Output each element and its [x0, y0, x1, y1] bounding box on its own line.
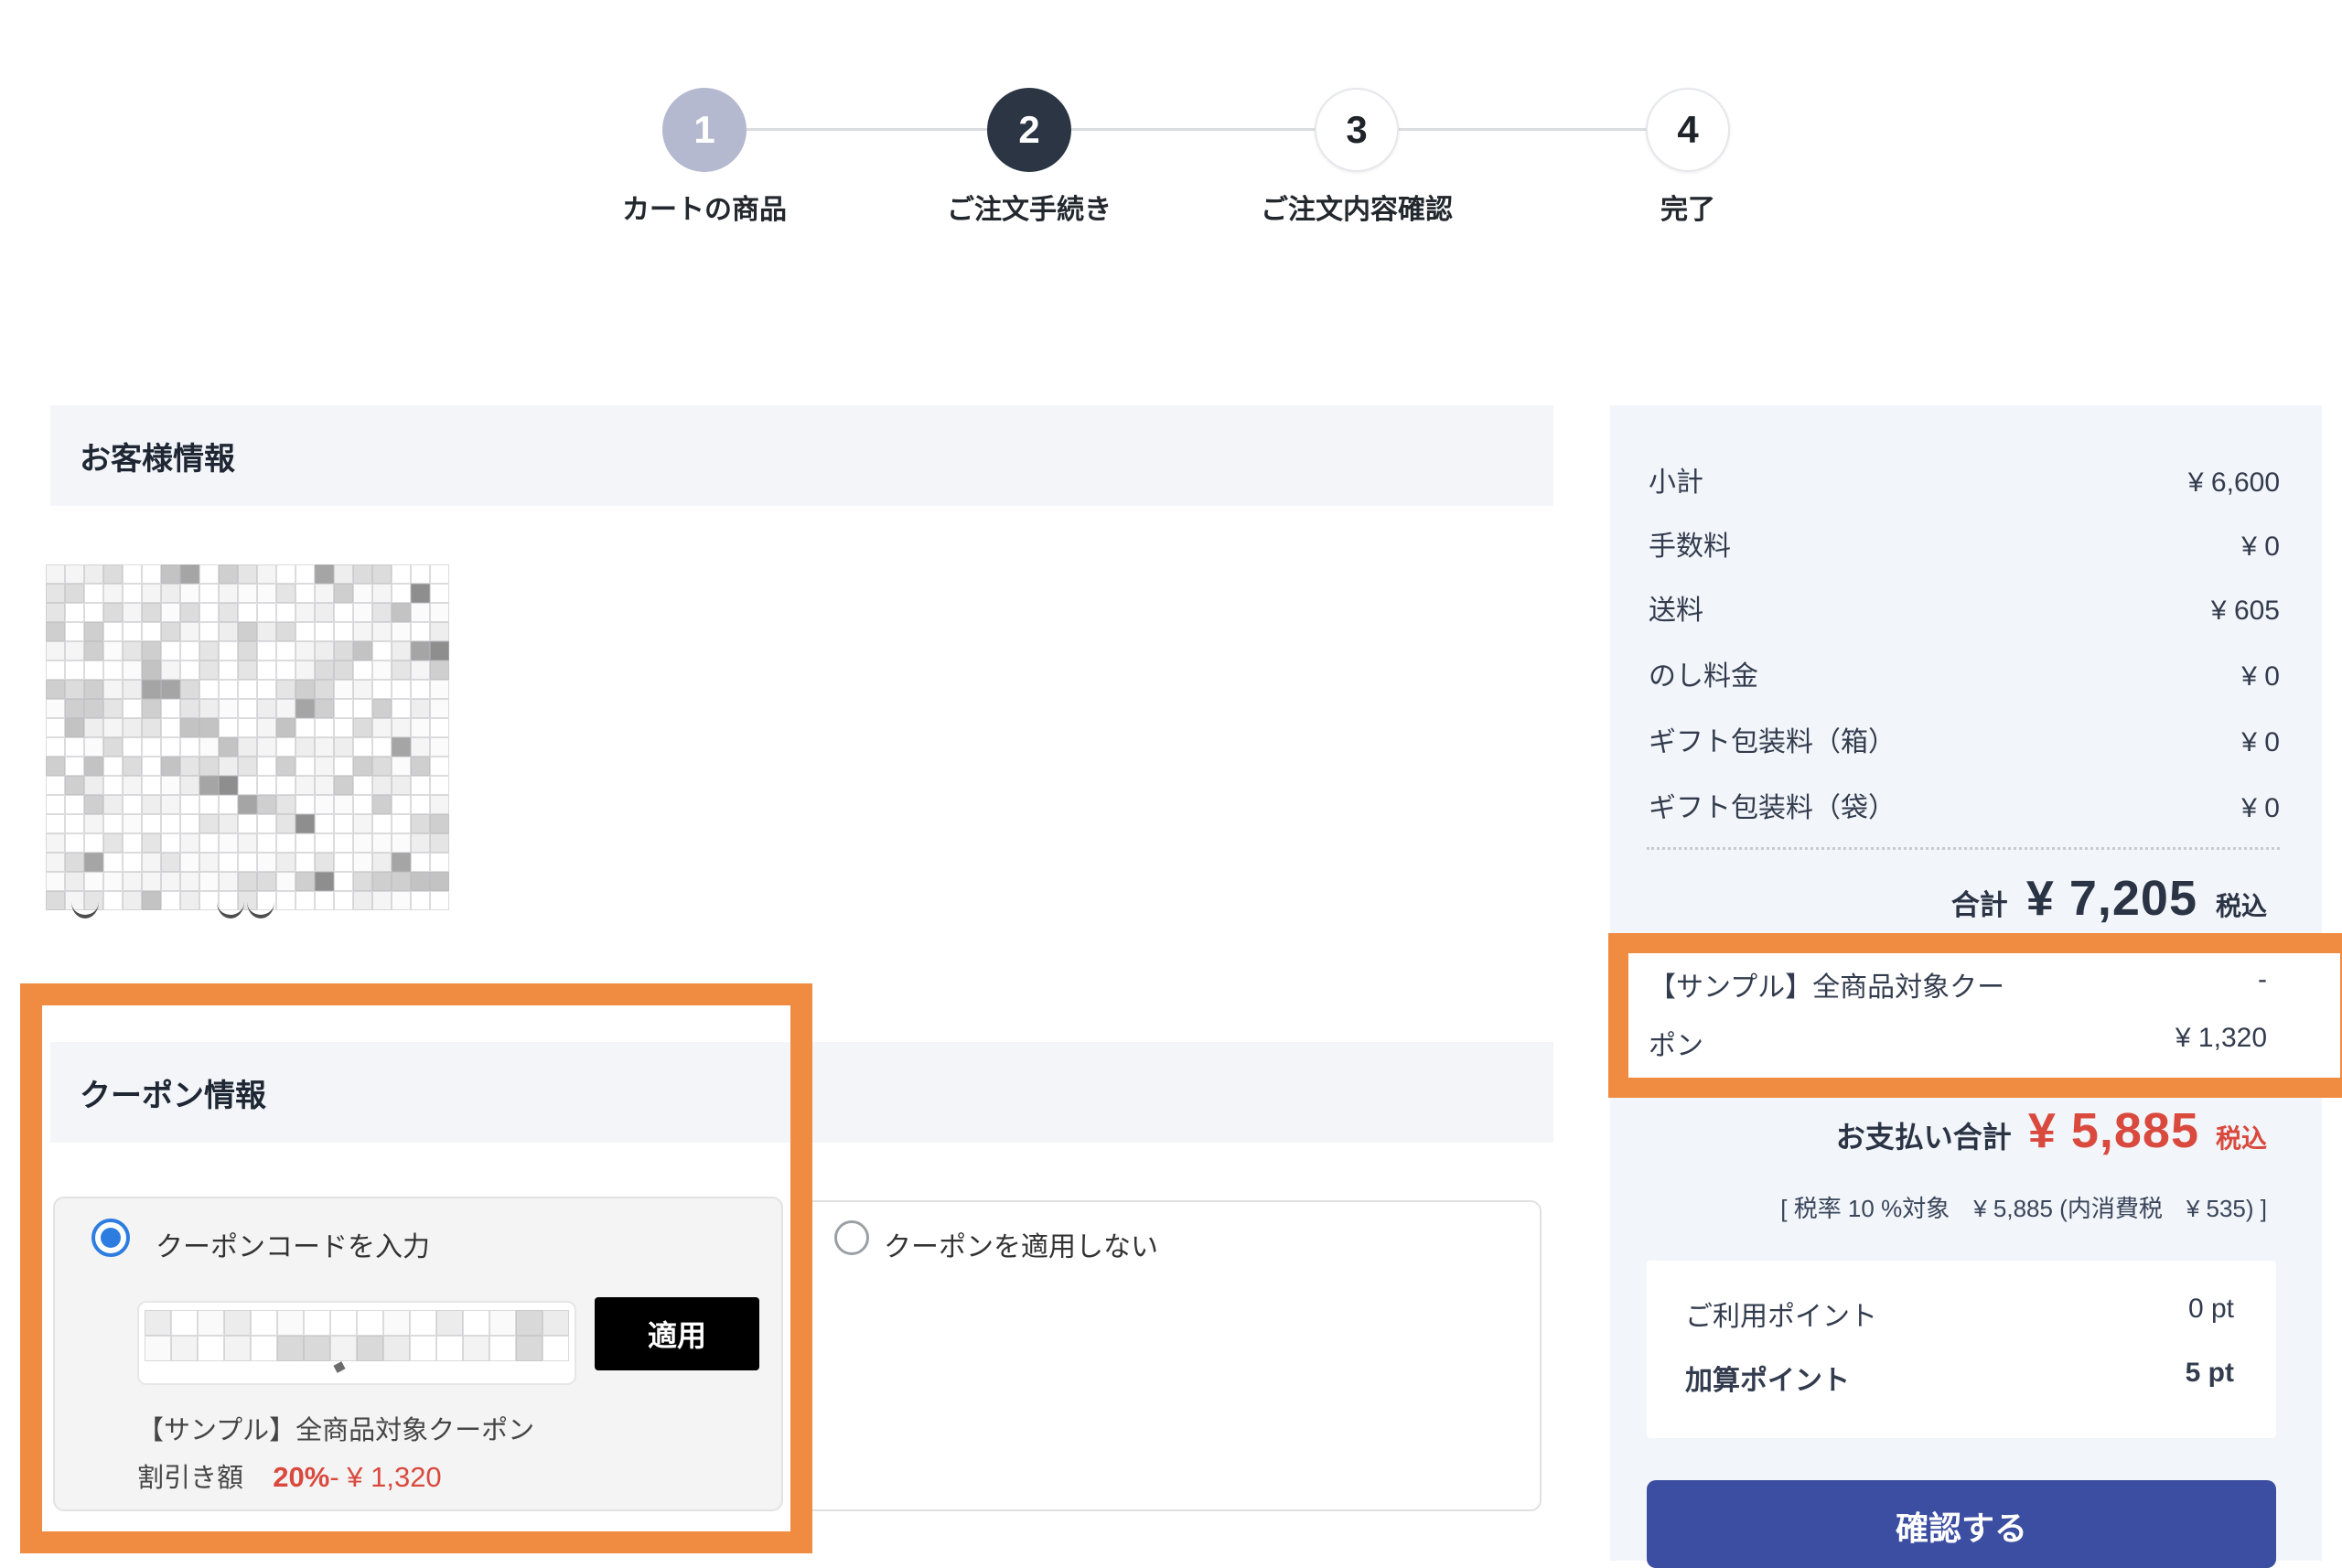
- points-use-label: ご利用ポイント: [1685, 1294, 1877, 1334]
- points-earn-value: 5 pt: [2186, 1358, 2234, 1398]
- tax-detail-note: [ 税率 10 %対象 ¥ 5,885 (内消費税 ¥ 535) ]: [1649, 1190, 2267, 1224]
- summary-row-label: 送料: [1649, 591, 1703, 631]
- censored-text-remnant: [71, 900, 99, 918]
- summary-row-value: ¥ 0: [2241, 789, 2280, 829]
- summary-row-label: ギフト包装料（箱）: [1649, 723, 1896, 763]
- total-label: 合計: [1951, 882, 2008, 923]
- summary-row-label: 手数料: [1649, 527, 1731, 567]
- step-circle-cart: 1: [662, 88, 747, 172]
- stepper-connector: [1399, 128, 1646, 131]
- total-amount: ¥ 7,205: [2026, 870, 2197, 927]
- payment-total-tax-note: 税込: [2216, 1119, 2267, 1155]
- step-circle-complete: 4: [1646, 88, 1730, 172]
- summary-row-value: ¥ 605: [2211, 591, 2280, 631]
- customer-info-section-header: お客様情報: [50, 405, 1553, 506]
- apply-coupon-button-label: 適用: [648, 1313, 706, 1355]
- summary-row-label: 小計: [1649, 463, 1703, 503]
- step-number: 2: [1018, 108, 1039, 152]
- payment-total-label: お支払い合計: [1836, 1114, 2012, 1156]
- summary-row-giftwrap-bag: ギフト包装料（袋） ¥ 0: [1649, 789, 2280, 829]
- summary-divider: [1647, 847, 2280, 850]
- sidebar-coupon-line1: 【サンプル】全商品対象クー -: [1649, 964, 2267, 1004]
- step-number: 1: [693, 108, 714, 152]
- highlight-box-coupon-discount-line: 【サンプル】全商品対象クー - ポン ¥ 1,320: [1608, 933, 2342, 1098]
- summary-row-shipping: 送料 ¥ 605: [1649, 591, 2280, 631]
- sidebar-coupon-minus: -: [2258, 964, 2267, 1004]
- radio-selected-icon[interactable]: [91, 1219, 130, 1257]
- customer-info-title: お客様情報: [80, 434, 235, 478]
- points-earn-label: 加算ポイント: [1685, 1358, 1850, 1398]
- summary-row-noshi: のし料金 ¥ 0: [1649, 657, 2280, 697]
- stepper-connector: [1071, 128, 1315, 131]
- sidebar-coupon-amount: ¥ 1,320: [2175, 1023, 2267, 1063]
- points-earn-row: 加算ポイント 5 pt: [1685, 1358, 2234, 1398]
- payment-total-row: お支払い合計 ¥ 5,885 税込: [1649, 1102, 2267, 1159]
- step-label-order-procedure: ご注文手続き: [846, 187, 1212, 227]
- discount-row: 割引き額 20%- ¥ 1,320: [137, 1456, 442, 1495]
- step-label-cart: カートの商品: [521, 187, 887, 227]
- coupon-info-section-header: クーポン情報: [50, 1042, 1553, 1143]
- summary-row-label: ギフト包装料（袋）: [1649, 789, 1896, 829]
- stepper-connector: [747, 128, 987, 131]
- coupon-none-label[interactable]: クーポンを適用しない: [884, 1224, 1158, 1264]
- total-tax-note: 税込: [2216, 886, 2267, 923]
- sidebar-coupon-line2: ポン ¥ 1,320: [1649, 1023, 2267, 1063]
- summary-row-value: ¥ 0: [2241, 657, 2280, 697]
- censored-text-remnant: [217, 900, 244, 918]
- points-use-row: ご利用ポイント 0 pt: [1685, 1294, 2234, 1334]
- summary-row-value: ¥ 0: [2241, 527, 2280, 567]
- discount-rate: 20%: [273, 1461, 329, 1493]
- coupon-info-title: クーポン情報: [80, 1070, 266, 1115]
- summary-row-value: ¥ 6,600: [2188, 463, 2280, 503]
- step-circle-order-confirm: 3: [1315, 88, 1399, 172]
- applied-coupon-name: 【サンプル】全商品対象クーポン: [137, 1409, 534, 1447]
- summary-row-fee: 手数料 ¥ 0: [1649, 527, 2280, 567]
- censored-customer-info-mosaic: [46, 564, 451, 911]
- censored-text-remnant: [247, 900, 274, 918]
- summary-row-label: のし料金: [1649, 657, 1758, 697]
- discount-label: 割引き額: [137, 1464, 243, 1493]
- summary-row-value: ¥ 0: [2241, 723, 2280, 763]
- sidebar-coupon-name: 【サンプル】全商品対象クー: [1649, 964, 2004, 1004]
- discount-amount: - ¥ 1,320: [329, 1461, 441, 1493]
- step-label-order-confirm: ご注文内容確認: [1174, 187, 1540, 227]
- summary-row-giftwrap-box: ギフト包装料（箱） ¥ 0: [1649, 723, 2280, 763]
- points-use-value: 0 pt: [2188, 1294, 2234, 1334]
- total-row: 合計 ¥ 7,205 税込: [1649, 870, 2267, 927]
- step-circle-order-procedure: 2: [987, 88, 1071, 172]
- apply-coupon-button[interactable]: 適用: [595, 1297, 759, 1370]
- censored-coupon-code-mosaic: [145, 1310, 569, 1361]
- step-label-complete: 完了: [1505, 187, 1871, 227]
- coupon-enter-code-label[interactable]: クーポンコードを入力: [156, 1224, 430, 1264]
- step-number: 4: [1677, 108, 1698, 152]
- step-number: 3: [1346, 108, 1367, 152]
- sidebar-coupon-name: ポン: [1649, 1023, 1703, 1063]
- payment-total-amount: ¥ 5,885: [2028, 1102, 2199, 1159]
- summary-row-subtotal: 小計 ¥ 6,600: [1649, 463, 2280, 503]
- order-summary-panel: 小計 ¥ 6,600 手数料 ¥ 0 送料 ¥ 605 のし料金 ¥ 0 ギフト…: [1610, 405, 2322, 1561]
- confirm-button-label: 確認する: [1896, 1502, 2027, 1567]
- confirm-button[interactable]: 確認する: [1647, 1480, 2276, 1568]
- radio-unselected-icon[interactable]: [834, 1220, 869, 1255]
- points-card: ご利用ポイント 0 pt 加算ポイント 5 pt: [1647, 1261, 2276, 1438]
